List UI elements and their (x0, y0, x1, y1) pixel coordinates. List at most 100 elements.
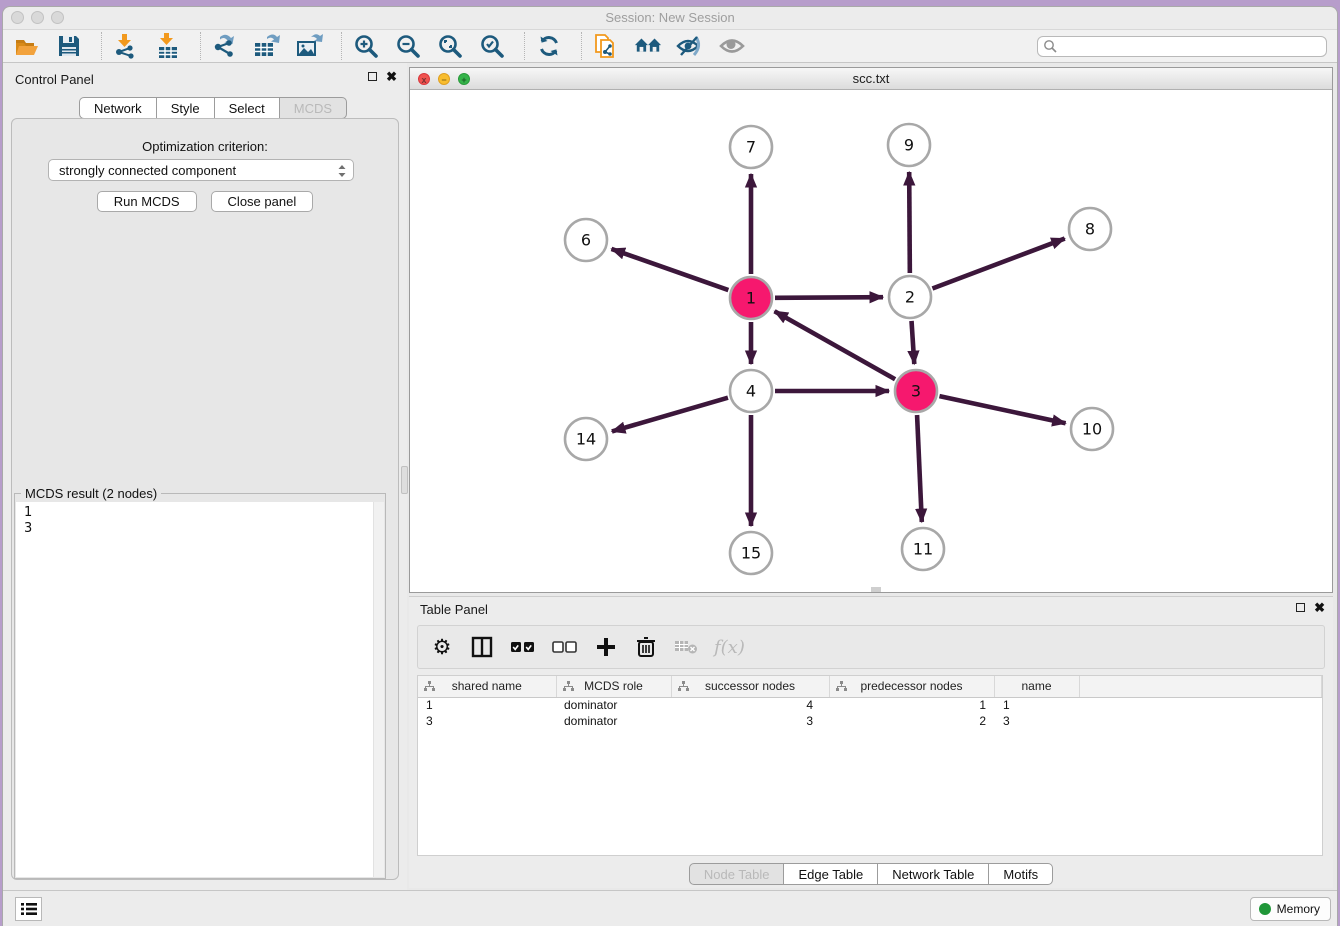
graph-edge-2-3[interactable] (912, 321, 915, 364)
close-panel-button[interactable]: Close panel (211, 191, 314, 212)
horizontal-splitter-grip[interactable] (871, 587, 881, 592)
graph-node-14[interactable]: 14 (565, 418, 607, 460)
column-header-predecessor-nodes[interactable]: predecessor nodes (829, 676, 994, 697)
column-header-name[interactable]: name (994, 676, 1079, 697)
optimization-criterion-select[interactable]: strongly connected component (48, 159, 354, 181)
graph-edge-1-2[interactable] (775, 297, 883, 298)
graph-edge-3-11[interactable] (917, 415, 922, 522)
delete-table-icon[interactable] (674, 634, 698, 660)
open-session-icon[interactable] (13, 32, 41, 60)
graph-edge-1-6[interactable] (611, 249, 728, 290)
import-table-icon[interactable] (154, 32, 182, 60)
table-body: 1dominator4113dominator323 (418, 697, 1322, 729)
split-columns-icon[interactable] (470, 634, 494, 660)
tab-node-table[interactable]: Node Table (689, 863, 785, 885)
graph-svg: 7 9 6 8 1 2 4 3 14 10 15 11 (410, 90, 1332, 592)
export-network-icon[interactable] (211, 32, 239, 60)
clone-network-icon[interactable] (592, 32, 620, 60)
svg-text:1: 1 (746, 289, 756, 308)
table-header-row[interactable]: shared nameMCDS rolesuccessor nodesprede… (418, 676, 1322, 697)
graph-edge-2-9[interactable] (909, 172, 910, 273)
control-panel: Control Panel ✖ Network Style Select MCD… (3, 63, 407, 890)
svg-text:6: 6 (581, 231, 591, 250)
search-input[interactable] (1037, 36, 1327, 57)
table-toolbar: ⚙ f(x) (417, 625, 1325, 669)
tab-edge-table[interactable]: Edge Table (783, 863, 878, 885)
svg-text:2: 2 (905, 288, 915, 307)
home-networks-icon[interactable] (634, 32, 662, 60)
graph-node-2[interactable]: 2 (889, 276, 931, 318)
task-history-button[interactable] (15, 897, 42, 921)
zoom-out-icon[interactable] (394, 32, 422, 60)
search-box (1037, 36, 1327, 57)
graph-node-7[interactable]: 7 (730, 126, 772, 168)
deselect-all-columns-icon[interactable] (552, 634, 578, 660)
hide-details-eye-slash-icon[interactable] (676, 32, 704, 60)
close-panel-icon[interactable]: ✖ (386, 71, 397, 82)
main-titlebar: Session: New Session (3, 7, 1337, 29)
vertical-splitter-grip[interactable] (401, 466, 408, 494)
function-builder-icon[interactable]: f(x) (714, 634, 745, 660)
settings-gear-icon[interactable]: ⚙ (430, 634, 454, 660)
table-row[interactable]: 1dominator411 (418, 697, 1322, 713)
window-title: Session: New Session (3, 10, 1337, 25)
column-header-MCDS-role[interactable]: MCDS role (556, 676, 671, 697)
svg-text:3: 3 (911, 382, 921, 401)
column-header-shared-name[interactable]: shared name (418, 676, 556, 697)
svg-text:10: 10 (1082, 420, 1102, 439)
graph-edge-2-8[interactable] (932, 239, 1064, 289)
graph-node-6[interactable]: 6 (565, 219, 607, 261)
network-view-window: x − + scc.txt 7968124314101511 (409, 67, 1333, 593)
export-image-icon[interactable] (295, 32, 323, 60)
graph-node-15[interactable]: 15 (730, 532, 772, 574)
column-header-successor-nodes[interactable]: successor nodes (671, 676, 829, 697)
show-details-eye-icon[interactable] (718, 32, 746, 60)
tab-network[interactable]: Network (79, 97, 157, 119)
mcds-result-group: MCDS result (2 nodes) 1 3 (14, 493, 386, 879)
svg-text:7: 7 (746, 138, 756, 157)
graph-edge-4-14[interactable] (612, 398, 728, 432)
graph-node-11[interactable]: 11 (902, 528, 944, 570)
zoom-in-icon[interactable] (352, 32, 380, 60)
zoom-selected-icon[interactable] (478, 32, 506, 60)
delete-column-icon[interactable] (634, 634, 658, 660)
tab-style[interactable]: Style (156, 97, 215, 119)
tab-mcds[interactable]: MCDS (279, 97, 347, 119)
graph-node-4[interactable]: 4 (730, 370, 772, 412)
tab-network-table[interactable]: Network Table (877, 863, 989, 885)
svg-text:9: 9 (904, 136, 914, 155)
zoom-fit-icon[interactable] (436, 32, 464, 60)
refresh-icon[interactable] (535, 32, 563, 60)
memory-button[interactable]: Memory (1250, 897, 1331, 921)
graph-edge-3-1[interactable] (775, 311, 896, 379)
network-canvas[interactable]: 7 9 6 8 1 2 4 3 14 10 15 11 (410, 90, 1332, 592)
control-panel-title: Control Panel (15, 72, 94, 87)
graph-node-1[interactable]: 1 (730, 277, 772, 319)
graph-edge-3-10[interactable] (939, 396, 1065, 423)
table-cell: 3 (671, 713, 829, 729)
save-session-icon[interactable] (55, 32, 83, 60)
float-panel-icon[interactable] (368, 72, 377, 81)
export-table-icon[interactable] (253, 32, 281, 60)
select-all-columns-icon[interactable] (510, 634, 536, 660)
node-table: shared nameMCDS rolesuccessor nodesprede… (417, 675, 1323, 856)
run-mcds-button[interactable]: Run MCDS (97, 191, 197, 212)
import-network-icon[interactable] (112, 32, 140, 60)
graph-node-9[interactable]: 9 (888, 124, 930, 166)
float-table-panel-icon[interactable] (1296, 603, 1305, 612)
memory-status-icon (1259, 903, 1271, 915)
tab-motifs[interactable]: Motifs (988, 863, 1053, 885)
toolbar-separator (341, 32, 342, 60)
tab-select[interactable]: Select (214, 97, 280, 119)
graph-node-10[interactable]: 10 (1071, 408, 1113, 450)
result-scrollbar[interactable] (373, 502, 384, 877)
search-icon (1043, 39, 1057, 58)
table-row[interactable]: 3dominator323 (418, 713, 1322, 729)
table-cell: 4 (671, 697, 829, 713)
graph-node-3[interactable]: 3 (895, 370, 937, 412)
network-view-title: scc.txt (410, 71, 1332, 86)
graph-node-8[interactable]: 8 (1069, 208, 1111, 250)
mcds-result-text[interactable]: 1 3 (16, 502, 384, 877)
add-column-icon[interactable] (594, 634, 618, 660)
close-table-panel-icon[interactable]: ✖ (1314, 602, 1325, 613)
